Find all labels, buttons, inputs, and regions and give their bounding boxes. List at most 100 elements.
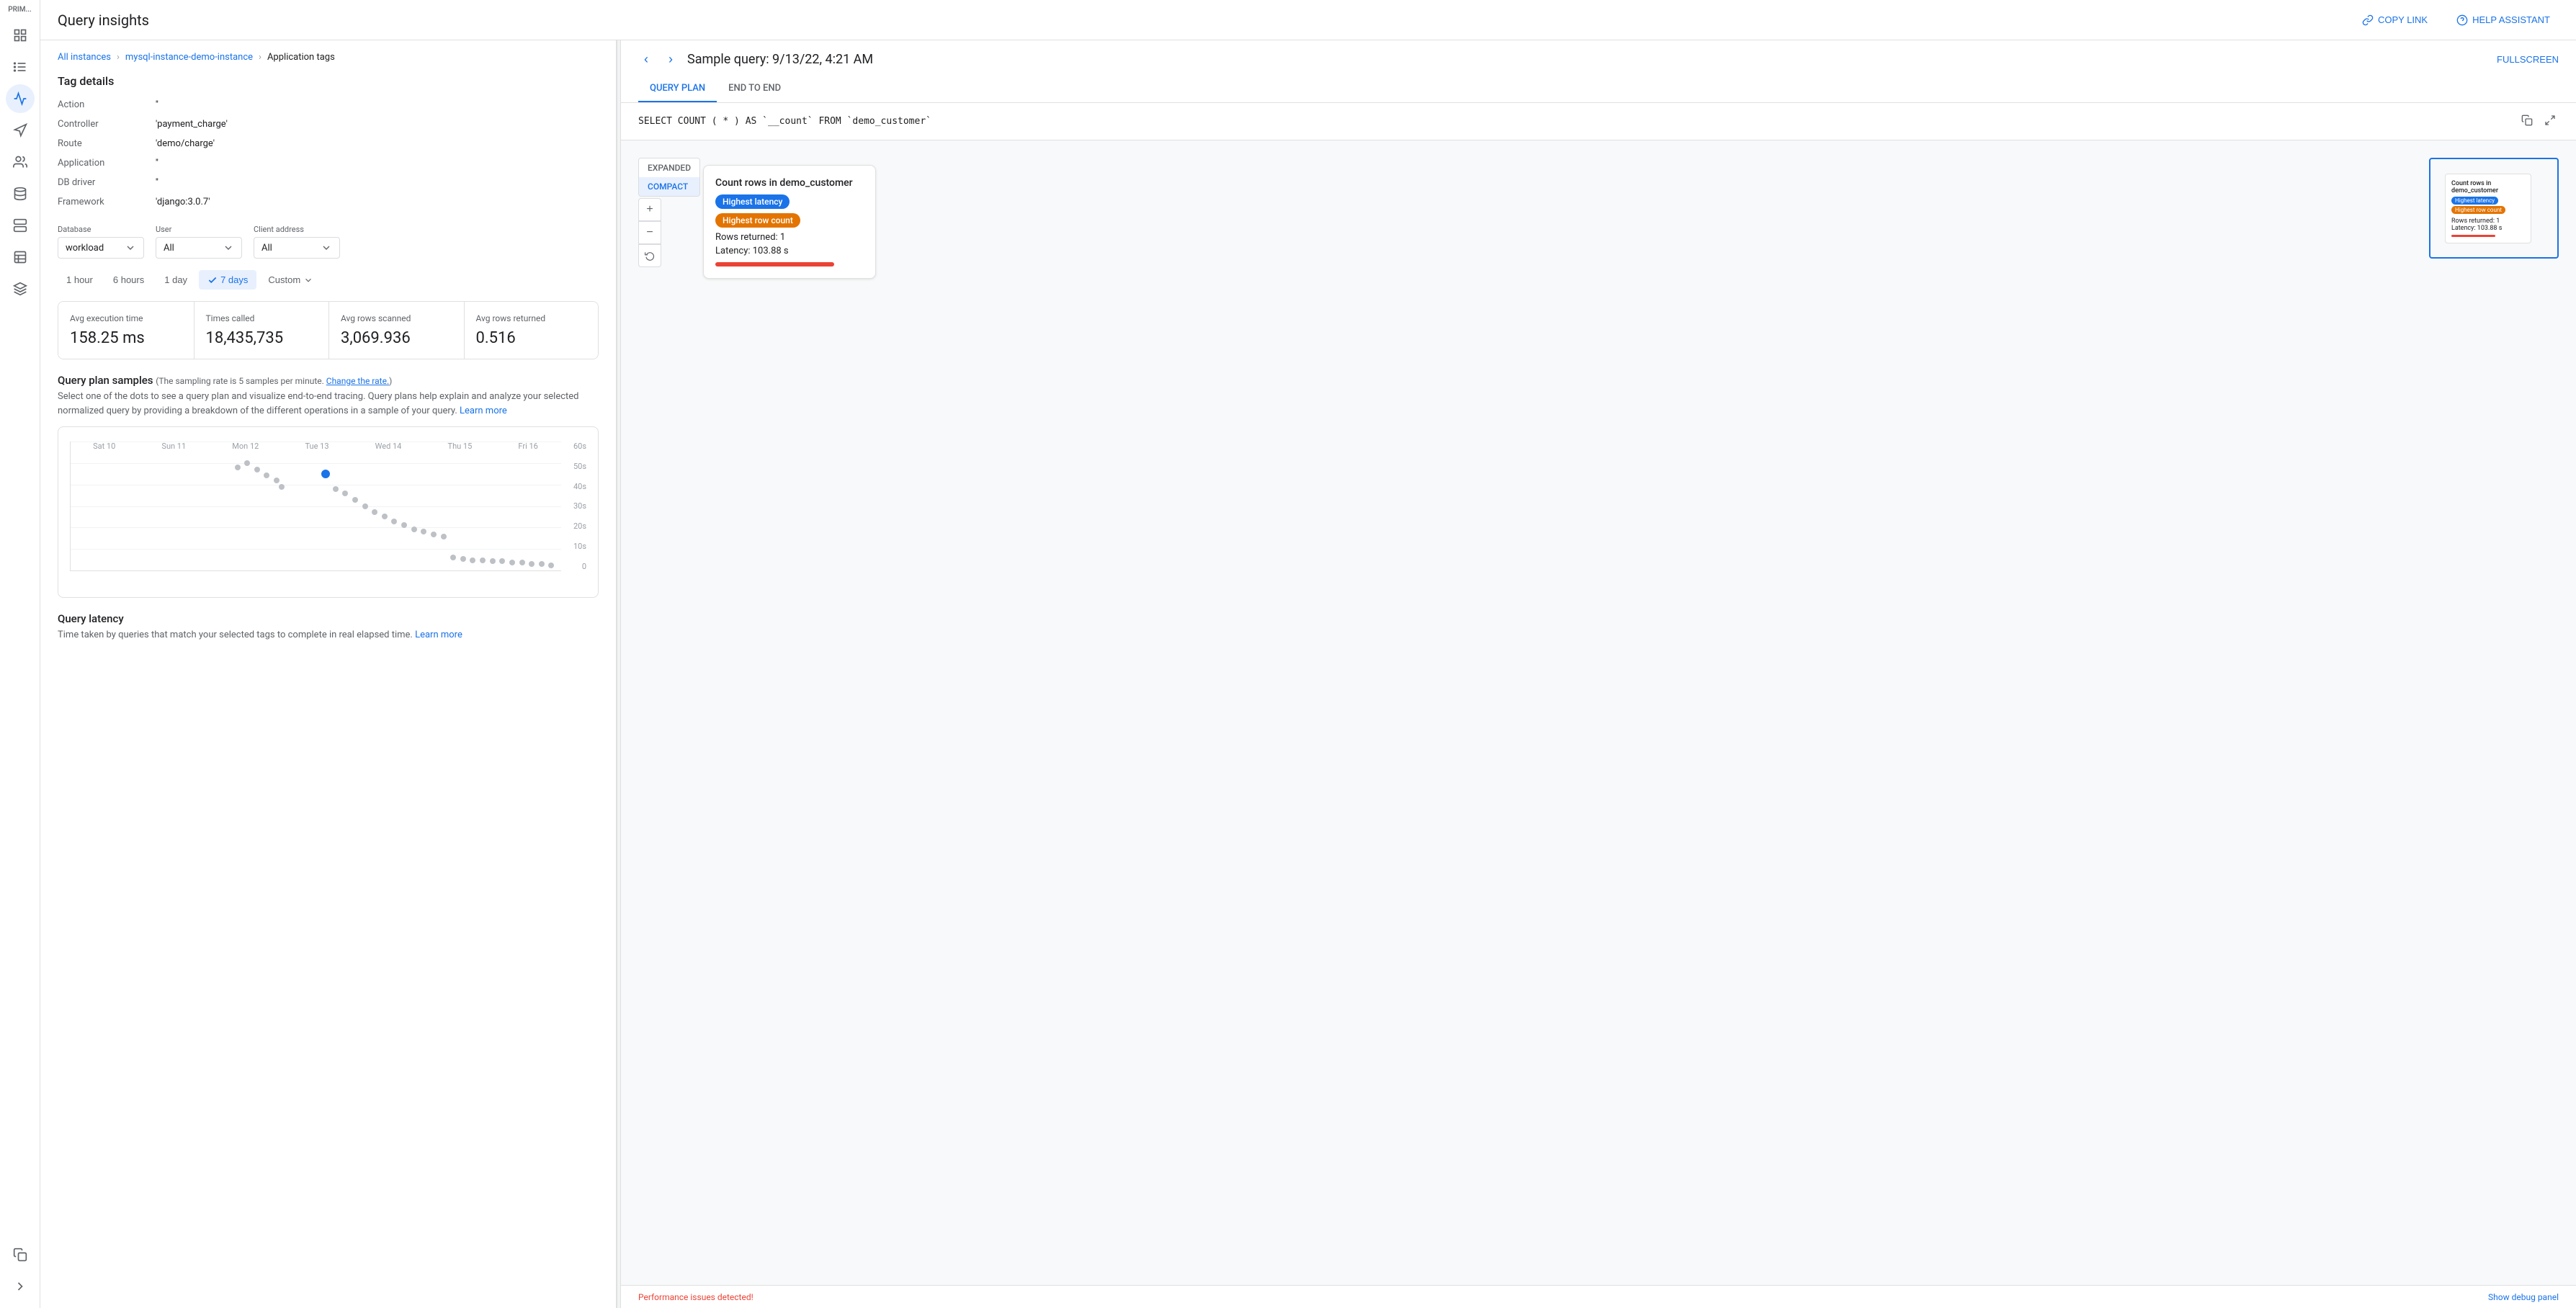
chart-dot[interactable] bbox=[254, 467, 260, 472]
sidebar-item-storage[interactable] bbox=[6, 211, 35, 240]
chart-dot[interactable] bbox=[519, 560, 525, 565]
sidebar-prim-label: PRIM... bbox=[8, 6, 32, 14]
sidebar-item-list[interactable] bbox=[6, 53, 35, 81]
sidebar-item-grid[interactable] bbox=[6, 21, 35, 50]
chart-dot[interactable] bbox=[352, 497, 358, 503]
toggle-button[interactable]: EXPANDED COMPACT bbox=[638, 158, 700, 197]
sidebar-item-users[interactable] bbox=[6, 148, 35, 176]
chart-dot[interactable] bbox=[244, 460, 250, 466]
chart-dot[interactable] bbox=[441, 534, 447, 539]
tag-value-dbdriver: '' bbox=[156, 174, 599, 191]
sidebar: PRIM... bbox=[0, 0, 40, 1308]
expand-sql-button[interactable] bbox=[2541, 112, 2559, 131]
reset-view-button[interactable] bbox=[638, 244, 661, 267]
zoom-in-button[interactable]: + bbox=[638, 198, 661, 221]
badge-highest-row-count: Highest row count bbox=[715, 213, 800, 228]
chart-dot[interactable] bbox=[274, 478, 279, 483]
client-address-filter: Client address All bbox=[254, 225, 340, 259]
tag-label-application: Application bbox=[58, 155, 144, 171]
gridline-3 bbox=[71, 506, 561, 507]
client-address-select[interactable]: All bbox=[254, 237, 340, 259]
breadcrumb-all-instances[interactable]: All instances bbox=[58, 52, 111, 63]
query-latency-learn-more[interactable]: Learn more bbox=[415, 630, 462, 640]
time-btn-7days[interactable]: 7 days bbox=[199, 270, 256, 290]
help-assistant-button[interactable]: HELP ASSISTANT bbox=[2448, 9, 2559, 32]
mini-rows: Rows returned: 1 bbox=[2451, 218, 2525, 225]
prev-sample-button[interactable]: ‹ bbox=[638, 49, 654, 70]
stat-avg-rows-returned-label: Avg rows returned bbox=[476, 313, 587, 323]
sidebar-item-nav[interactable] bbox=[6, 116, 35, 145]
sidebar-item-layers[interactable] bbox=[6, 274, 35, 303]
change-rate-link[interactable]: Change the rate. bbox=[326, 376, 389, 386]
chart-dot[interactable] bbox=[499, 558, 505, 564]
database-select[interactable]: workload bbox=[58, 237, 144, 259]
learn-more-link[interactable]: Learn more bbox=[460, 406, 507, 416]
sidebar-item-database[interactable] bbox=[6, 179, 35, 208]
fullscreen-button[interactable]: FULLSCREEN bbox=[2497, 54, 2559, 65]
chart-dot[interactable] bbox=[264, 472, 269, 478]
user-select[interactable]: All bbox=[156, 237, 242, 259]
user-chevron-icon bbox=[223, 242, 234, 254]
chart-dot[interactable] bbox=[382, 514, 388, 519]
chart-dot[interactable] bbox=[539, 561, 545, 567]
zoom-out-button[interactable]: − bbox=[638, 221, 661, 244]
breadcrumb-sep1: › bbox=[117, 52, 120, 63]
tag-label-route: Route bbox=[58, 135, 144, 152]
chart-dot[interactable] bbox=[279, 484, 285, 490]
chart-dot-selected[interactable] bbox=[321, 470, 330, 478]
tab-end-to-end[interactable]: END TO END bbox=[717, 76, 792, 102]
stat-execution-time: Avg execution time 158.25 ms bbox=[58, 302, 193, 359]
copy-sql-button[interactable] bbox=[2518, 112, 2536, 131]
chart-dot[interactable] bbox=[480, 557, 486, 563]
map-controls: + − bbox=[638, 198, 661, 267]
chart-dot[interactable] bbox=[509, 560, 515, 565]
time-btn-6hours[interactable]: 6 hours bbox=[104, 270, 153, 290]
sql-actions bbox=[2518, 112, 2559, 131]
chart-dot[interactable] bbox=[548, 563, 554, 568]
time-btn-1day[interactable]: 1 day bbox=[156, 270, 196, 290]
chart-dot[interactable] bbox=[421, 529, 426, 534]
chart-dot[interactable] bbox=[333, 486, 339, 492]
gridline-5 bbox=[71, 549, 561, 550]
mini-badge-row-count: Highest row count bbox=[2451, 206, 2505, 214]
sidebar-expand[interactable] bbox=[6, 1272, 35, 1301]
chart-dot[interactable] bbox=[470, 557, 475, 563]
y-label-10: 10s bbox=[565, 542, 586, 551]
chart-dot[interactable] bbox=[529, 561, 535, 567]
mini-map-card: Count rows in demo_customer Highest late… bbox=[2445, 174, 2531, 243]
y-label-60: 60s bbox=[565, 442, 586, 451]
time-btn-custom[interactable]: Custom bbox=[259, 270, 322, 290]
sidebar-item-table[interactable] bbox=[6, 243, 35, 272]
time-btn-1hour[interactable]: 1 hour bbox=[58, 270, 102, 290]
y-label-0: 0 bbox=[565, 562, 586, 571]
chart-dot[interactable] bbox=[391, 519, 397, 524]
node-card-title: Count rows in demo_customer bbox=[715, 177, 864, 189]
tab-query-plan[interactable]: QUERY PLAN bbox=[638, 76, 717, 102]
copy-link-button[interactable]: COPY LINK bbox=[2353, 9, 2436, 32]
chart-dot[interactable] bbox=[411, 527, 417, 532]
chart-dot[interactable] bbox=[362, 503, 368, 509]
chart-dot[interactable] bbox=[401, 522, 407, 528]
chart-dot[interactable] bbox=[431, 532, 437, 537]
sidebar-item-chart[interactable] bbox=[6, 84, 35, 113]
next-sample-button[interactable]: › bbox=[663, 49, 679, 70]
chart-dot[interactable] bbox=[372, 509, 377, 515]
y-label-40: 40s bbox=[565, 482, 586, 491]
mini-latency: Latency: 103.88 s bbox=[2451, 225, 2525, 232]
rows-label: Rows returned: bbox=[715, 232, 778, 243]
toggle-expanded[interactable]: EXPANDED bbox=[639, 158, 699, 177]
chart-dot[interactable] bbox=[450, 555, 456, 560]
chart-dot[interactable] bbox=[490, 558, 496, 564]
breadcrumb-instance[interactable]: mysql-instance-demo-instance bbox=[125, 52, 253, 63]
copy-icon bbox=[2521, 115, 2533, 126]
chart-dot[interactable] bbox=[460, 556, 466, 562]
plan-area: EXPANDED COMPACT + − bbox=[621, 140, 2576, 1285]
toggle-compact[interactable]: COMPACT bbox=[639, 177, 699, 196]
sidebar-item-copy[interactable] bbox=[6, 1240, 35, 1269]
chart-dot[interactable] bbox=[235, 465, 241, 470]
tag-details-table: Action '' Controller 'payment_charge' Ro… bbox=[58, 97, 599, 210]
chart-plot bbox=[70, 442, 561, 571]
stat-execution-time-label: Avg execution time bbox=[70, 313, 182, 323]
status-debug[interactable]: Show debug panel bbox=[2488, 1292, 2559, 1302]
chart-dot[interactable] bbox=[342, 491, 348, 496]
